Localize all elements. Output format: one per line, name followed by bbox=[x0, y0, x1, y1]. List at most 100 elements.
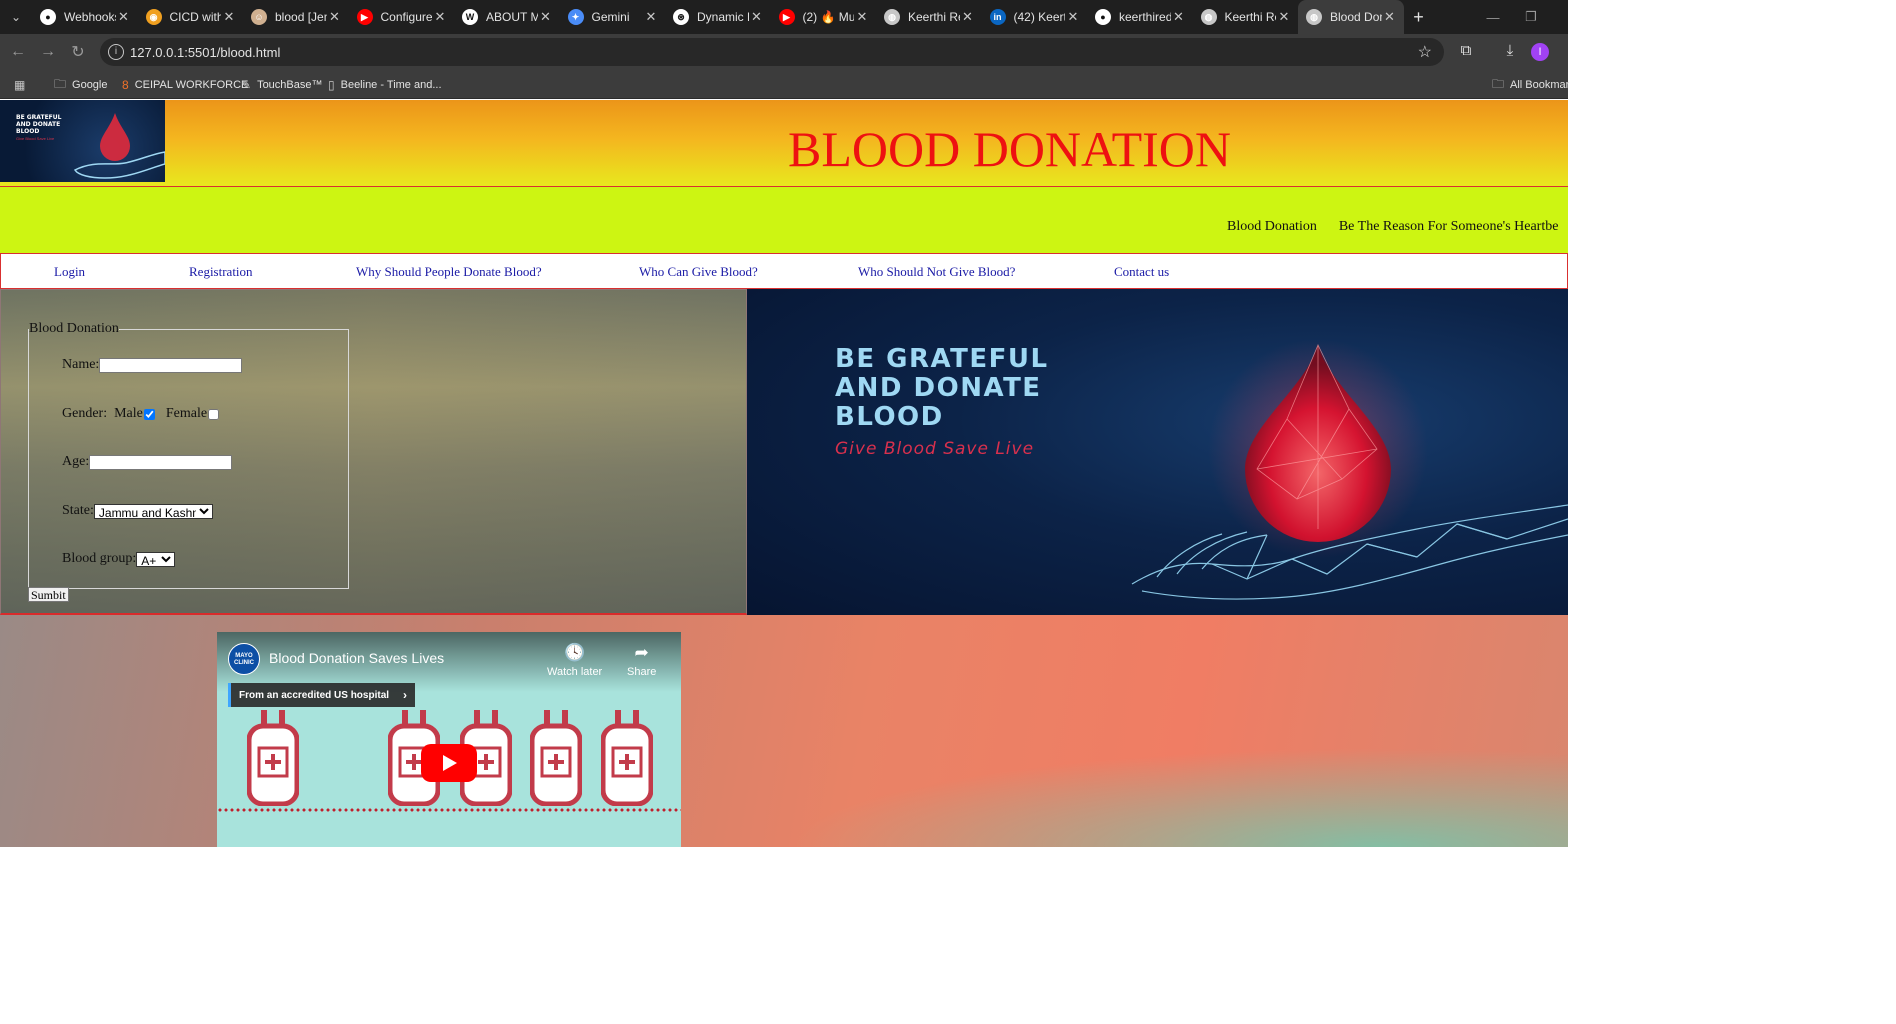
browser-tab[interactable]: ◍ Keerthi Re ✕ bbox=[1193, 0, 1299, 34]
male-checkbox[interactable] bbox=[143, 408, 155, 420]
apps-grid-icon[interactable]: ▦ bbox=[14, 76, 31, 94]
github-icon: ● bbox=[1095, 9, 1111, 25]
bookmark-ceipal[interactable]: 8 CEIPAL WORKFORCE bbox=[122, 76, 248, 94]
hero-banner: BE GRATEFUL AND DONATE BLOOD Give Blood … bbox=[747, 289, 1568, 619]
forward-icon[interactable]: → bbox=[36, 40, 60, 64]
new-tab-button[interactable]: + bbox=[1404, 7, 1434, 28]
channel-avatar[interactable]: MAYO CLINIC bbox=[228, 643, 260, 675]
female-label: Female bbox=[165, 406, 208, 421]
hero-heading-line: BLOOD bbox=[835, 402, 944, 432]
tab-title: Dynamic F bbox=[697, 10, 749, 24]
tab-title: Gemini bbox=[591, 10, 630, 24]
video-title[interactable]: Blood Donation Saves Lives bbox=[269, 650, 444, 666]
address-url[interactable]: 127.0.0.1:5501/blood.html bbox=[130, 45, 280, 60]
blood-group-select[interactable]: A+ bbox=[136, 551, 176, 567]
browser-tab[interactable]: W ABOUT MI✕ bbox=[454, 0, 560, 34]
browser-tab[interactable]: ◉ CICD with ✕ bbox=[138, 0, 244, 34]
browser-tab[interactable]: ◍ Blood Don ✕ bbox=[1298, 0, 1404, 34]
bookmark-beeline[interactable]: ▯ Beeline - Time and... bbox=[328, 76, 442, 94]
male-label: Male bbox=[114, 406, 143, 421]
tab-close-icon[interactable]: ✕ bbox=[1065, 9, 1081, 25]
reload-icon[interactable]: ↻ bbox=[66, 40, 90, 64]
name-input[interactable] bbox=[99, 357, 243, 373]
chrome-icon: ◉ bbox=[145, 9, 162, 25]
blood-drop-hand-icon bbox=[73, 113, 165, 179]
all-bookmarks[interactable]: 🗀 All Bookmar bbox=[1492, 76, 1569, 94]
age-label: Age: bbox=[62, 454, 90, 469]
logo-text: BE GRATEFUL AND DONATE BLOOD bbox=[16, 114, 61, 135]
nav-why-donate[interactable]: Why Should People Donate Blood? bbox=[356, 264, 542, 280]
tab-close-icon[interactable]: ✕ bbox=[221, 9, 237, 25]
back-icon[interactable]: ← bbox=[6, 40, 30, 64]
browser-tab[interactable]: ▶ Configure ✕ bbox=[349, 0, 455, 34]
browser-tab[interactable]: in (42) Keerth✕ bbox=[982, 0, 1088, 34]
page-title: BLOOD DONATION bbox=[788, 121, 1232, 177]
bookmark-star-icon[interactable]: ☆ bbox=[1418, 42, 1432, 62]
tab-close-icon[interactable]: ✕ bbox=[643, 9, 659, 25]
extensions-icon[interactable]: ⧉ bbox=[1456, 42, 1476, 62]
bookmark-label: All Bookmar bbox=[1510, 79, 1570, 91]
tab-close-icon[interactable]: ✕ bbox=[116, 9, 132, 25]
globe-icon: ◍ bbox=[884, 9, 900, 25]
nav-who-can-give[interactable]: Who Can Give Blood? bbox=[639, 264, 758, 280]
nav-who-should-not-give[interactable]: Who Should Not Give Blood? bbox=[858, 264, 1015, 280]
tab-close-icon[interactable]: ✕ bbox=[1382, 9, 1398, 25]
browser-tab[interactable]: ● Webhooks ✕ bbox=[32, 0, 138, 34]
chevron-right-icon: › bbox=[403, 688, 408, 702]
site-logo: BE GRATEFUL AND DONATE BLOOD Give Blood … bbox=[0, 100, 165, 182]
page-icon: ▯ bbox=[328, 78, 335, 92]
github-icon: ● bbox=[40, 9, 56, 25]
tab-close-icon[interactable]: ✕ bbox=[327, 9, 343, 25]
watch-later-label: Watch later bbox=[547, 666, 603, 678]
profile-avatar[interactable]: I bbox=[1531, 43, 1549, 61]
tab-close-icon[interactable]: ✕ bbox=[1171, 9, 1187, 25]
share-icon: ➦ bbox=[634, 643, 649, 662]
linkedin-icon: in bbox=[989, 9, 1006, 25]
tab-close-icon[interactable]: ✕ bbox=[960, 9, 976, 25]
address-bar[interactable]: i 127.0.0.1:5501/blood.html ☆ bbox=[100, 38, 1444, 66]
browser-tab[interactable]: ⊛ Dynamic F✕ bbox=[665, 0, 771, 34]
folder-icon: 🗀 bbox=[54, 76, 67, 91]
bookmark-label: CEIPAL WORKFORCE bbox=[134, 79, 249, 91]
info-banner[interactable]: From an accredited US hospital › bbox=[228, 683, 416, 707]
nav-contact[interactable]: Contact us bbox=[1114, 264, 1169, 280]
browser-tab[interactable]: ✦ Gemini ✕ bbox=[560, 0, 666, 34]
state-label: State: bbox=[62, 503, 94, 518]
watch-later-button[interactable]: 🕓 Watch later bbox=[547, 643, 602, 678]
restore-icon[interactable]: ❐ bbox=[1512, 0, 1550, 34]
share-button[interactable]: ➦ Share bbox=[627, 643, 656, 678]
bookmark-label: Beeline - Time and... bbox=[340, 79, 442, 91]
tab-title: blood [Jen bbox=[275, 10, 327, 24]
tab-close-icon[interactable]: ✕ bbox=[432, 9, 448, 25]
tab-close-icon[interactable]: ✕ bbox=[538, 9, 554, 25]
bookmarks-bar: ▦ 🗀 Google 8 CEIPAL WORKFORCE ✎ TouchBase™ … bbox=[0, 70, 1569, 99]
web-page: BE GRATEFUL AND DONATE BLOOD Give Blood … bbox=[0, 100, 1568, 847]
age-input[interactable] bbox=[89, 454, 233, 470]
nav-registration[interactable]: Registration bbox=[189, 264, 253, 280]
browser-tab[interactable]: ◍ Keerthi Re ✕ bbox=[876, 0, 982, 34]
submit-button[interactable]: Sumbit bbox=[28, 587, 69, 602]
browser-tab[interactable]: ☺ blood [Jen ✕ bbox=[243, 0, 349, 34]
tab-search-icon[interactable]: ⌄ bbox=[0, 0, 32, 34]
female-checkbox[interactable] bbox=[208, 408, 220, 420]
tab-close-icon[interactable]: ✕ bbox=[749, 9, 765, 25]
browser-tab[interactable]: ● keerthired ✕ bbox=[1087, 0, 1193, 34]
hero-heading: BE GRATEFUL AND DONATE BLOOD bbox=[835, 345, 1049, 432]
play-button-icon[interactable] bbox=[421, 744, 477, 782]
site-info-icon[interactable]: i bbox=[108, 44, 124, 60]
youtube-embed[interactable]: MAYO CLINIC Blood Donation Saves Lives 🕓… bbox=[217, 632, 681, 847]
bookmark-touchbase[interactable]: ✎ TouchBase™ bbox=[241, 76, 323, 94]
tab-title: Blood Don bbox=[1330, 10, 1382, 24]
logo-line: AND DONATE bbox=[16, 121, 61, 128]
gemini-icon: ✦ bbox=[567, 9, 584, 25]
download-icon[interactable]: ⤓ bbox=[1500, 42, 1520, 62]
donation-form-section: Blood Donation Name: Gender: Male Female… bbox=[0, 289, 747, 615]
minimize-icon[interactable]: — bbox=[1474, 0, 1512, 34]
tab-close-icon[interactable]: ✕ bbox=[854, 9, 870, 25]
nav-login[interactable]: Login bbox=[54, 264, 85, 280]
bookmark-google[interactable]: 🗀 Google bbox=[54, 76, 108, 94]
bookmark-label: TouchBase™ bbox=[257, 79, 323, 91]
tab-close-icon[interactable]: ✕ bbox=[1276, 9, 1292, 25]
browser-tab[interactable]: ▶ (2) 🔥 Mu ✕ bbox=[771, 0, 877, 34]
state-select[interactable]: Jammu and Kashmir bbox=[93, 503, 213, 519]
